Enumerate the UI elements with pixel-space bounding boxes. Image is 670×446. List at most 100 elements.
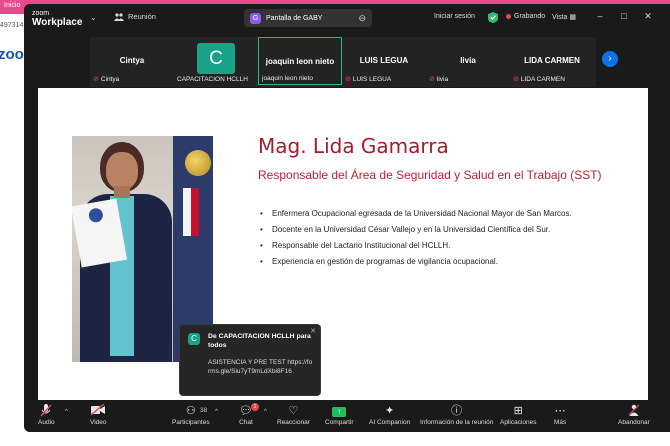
participant-display-name: livia	[460, 56, 476, 65]
slide-bullet: Experiencia en gestión de programas de v…	[258, 254, 572, 270]
chat-notification[interactable]: C De CAPACITACION HCLLH para todos ✕ ASI…	[179, 324, 321, 396]
sparkle-icon: ✦	[384, 405, 395, 417]
more-button[interactable]: ⋯ Más	[554, 404, 566, 427]
more-label: Más	[554, 419, 567, 426]
title-bar: zoom Workplace ⌄ Reunión G Pantalla de G…	[24, 4, 670, 32]
leave-label: Abandonar	[618, 419, 650, 426]
shared-screen-slide: Mag. Lida Gamarra Responsable del Área d…	[38, 88, 648, 400]
screen-share-label: Pantalla de GABY	[266, 14, 323, 22]
participant-name: LIDA CARMEN	[520, 75, 565, 83]
share-screen-icon: ↑	[325, 404, 354, 418]
chat-notification-message: ASISTENCIA Y PRE TEST https://forms.gle/…	[208, 359, 313, 375]
close-window-icon[interactable]: ✕	[642, 11, 654, 22]
react-label: Reaccionar	[277, 419, 310, 426]
chat-notification-header: De CAPACITACION HCLLH para todos	[208, 333, 311, 349]
zoom-meeting-window: zoom Workplace ⌄ Reunión G Pantalla de G…	[24, 4, 670, 432]
sender-avatar: C	[188, 333, 200, 345]
participant-display-name: Cintya	[119, 56, 145, 65]
leave-button[interactable]: Abandonar	[618, 404, 650, 427]
apps-grid-icon: ⊞	[513, 405, 523, 417]
participant-tile[interactable]: livia ⊘ livia	[426, 37, 510, 85]
recording-indicator[interactable]: Grabando	[506, 13, 545, 20]
participant-display-name: LUIS LEGUA	[359, 56, 409, 65]
view-label: Vista	[552, 14, 568, 21]
zoom-workplace-logo: zoom Workplace	[32, 9, 82, 28]
mic-muted-icon	[38, 404, 55, 418]
chat-options-caret-icon[interactable]: ^	[264, 409, 267, 415]
video-off-icon	[90, 403, 107, 418]
participants-count: 38	[200, 407, 208, 414]
chat-label: Chat	[239, 419, 253, 426]
meeting-toolbar: Audio ^ Video ⚇ Participantes 38 ^ 💬︎ Ch…	[24, 402, 670, 432]
more-dots-icon: ⋯	[554, 405, 566, 417]
info-icon: ⓘ	[451, 405, 463, 417]
participant-display-name: joaquin leon nieto	[265, 57, 335, 66]
meeting-info-button[interactable]: ⓘ Información de la reunión	[420, 404, 493, 427]
participant-name: CAPACITACION HCLLH	[177, 76, 248, 83]
participant-name: joaquin leon nieto	[262, 75, 313, 82]
participant-label: ⊘ livia	[429, 75, 449, 84]
mic-off-icon: ⊘	[93, 76, 99, 83]
recording-dot-icon	[506, 14, 511, 19]
slide-title: Mag. Lida Gamarra	[258, 134, 449, 158]
people-icon	[114, 12, 124, 21]
mic-off-icon: ⊘	[345, 76, 351, 83]
slide-bullet: Responsable del Lactario Institucional d…	[258, 238, 572, 254]
video-button[interactable]: Video	[90, 403, 107, 427]
participant-tile[interactable]: LUIS LEGUA ⊘ LUIS LEGUA	[342, 37, 426, 85]
ai-companion-button[interactable]: ✦ AI Companion	[369, 404, 410, 427]
participant-name: LUIS LEGUA	[352, 75, 392, 83]
participant-strip: Cintya ⊘ Cintya C CAPACITACION HCLLH joa…	[90, 37, 596, 87]
react-button[interactable]: ♡ Reaccionar	[277, 404, 310, 427]
recording-label: Grabando	[514, 13, 546, 20]
participant-display-name: LIDA CARMEN	[524, 56, 580, 65]
participant-avatar: C	[197, 43, 235, 74]
chevron-down-icon[interactable]: ⌄	[90, 13, 97, 22]
view-menu-button[interactable]: Vista ▦	[552, 13, 576, 21]
participant-label: ⊘ LIDA CARMEN	[513, 75, 565, 84]
slide-bullet: Enfermera Ocupacional egresada de la Uni…	[258, 206, 572, 222]
slide-bullet-list: Enfermera Ocupacional egresada de la Uni…	[258, 206, 572, 270]
participant-tile[interactable]: C CAPACITACION HCLLH	[174, 37, 258, 85]
participant-label: CAPACITACION HCLLH	[177, 76, 248, 83]
participant-label: ⊘ Cintya	[93, 75, 120, 84]
maximize-icon[interactable]: □	[618, 11, 630, 21]
share-label: Compartir	[325, 419, 354, 426]
mic-off-icon: ⊘	[513, 76, 519, 83]
slide-bullet: Docente en la Universidad César Vallejo …	[258, 222, 572, 238]
leave-icon	[618, 404, 650, 418]
screen-share-tab[interactable]: G Pantalla de GABY ⊖	[244, 9, 372, 27]
minimize-icon[interactable]: –	[594, 11, 606, 21]
audio-button[interactable]: Audio	[38, 404, 55, 427]
mic-off-icon: ⊘	[429, 76, 435, 83]
participant-tile[interactable]: Cintya ⊘ Cintya	[90, 37, 174, 85]
participant-name: livia	[436, 75, 449, 83]
participant-tile-active[interactable]: joaquin leon nieto joaquin leon nieto	[258, 37, 342, 85]
participant-tile[interactable]: LIDA CARMEN ⊘ LIDA CARMEN	[510, 37, 594, 85]
participant-label: ⊘ LUIS LEGUA	[345, 75, 392, 84]
heart-icon: ♡	[288, 405, 299, 417]
background-url-fragment: 497314	[0, 22, 24, 29]
share-screen-button[interactable]: ↑ Compartir	[325, 404, 354, 427]
slide-subtitle: Responsable del Área de Seguridad y Salu…	[258, 168, 602, 182]
video-label: Video	[90, 419, 107, 426]
chat-unread-badge: 1	[251, 403, 259, 411]
participants-label: Participantes	[172, 419, 210, 426]
apps-button[interactable]: ⊞ Aplicaciones	[500, 404, 537, 427]
shield-check-icon[interactable]	[488, 12, 498, 23]
participants-options-caret-icon[interactable]: ^	[215, 409, 218, 415]
participant-name: Cintya	[100, 75, 120, 83]
audio-options-caret-icon[interactable]: ^	[65, 409, 68, 415]
more-options-icon[interactable]: ⊖	[358, 13, 366, 24]
next-page-arrow-icon[interactable]: ›	[602, 51, 618, 67]
meeting-menu[interactable]: Reunión	[114, 12, 156, 21]
sign-in-button[interactable]: Iniciar sesión	[434, 13, 475, 20]
background-logo-fragment: zoo	[0, 46, 24, 63]
audio-label: Audio	[38, 419, 55, 426]
close-icon[interactable]: ✕	[310, 327, 316, 335]
apps-label: Aplicaciones	[500, 419, 537, 426]
ai-companion-label: AI Companion	[369, 419, 411, 426]
grid-icon: ▦	[569, 14, 577, 21]
background-browser-tab[interactable]: Inicio	[4, 2, 20, 9]
meeting-label: Reunión	[128, 12, 156, 21]
